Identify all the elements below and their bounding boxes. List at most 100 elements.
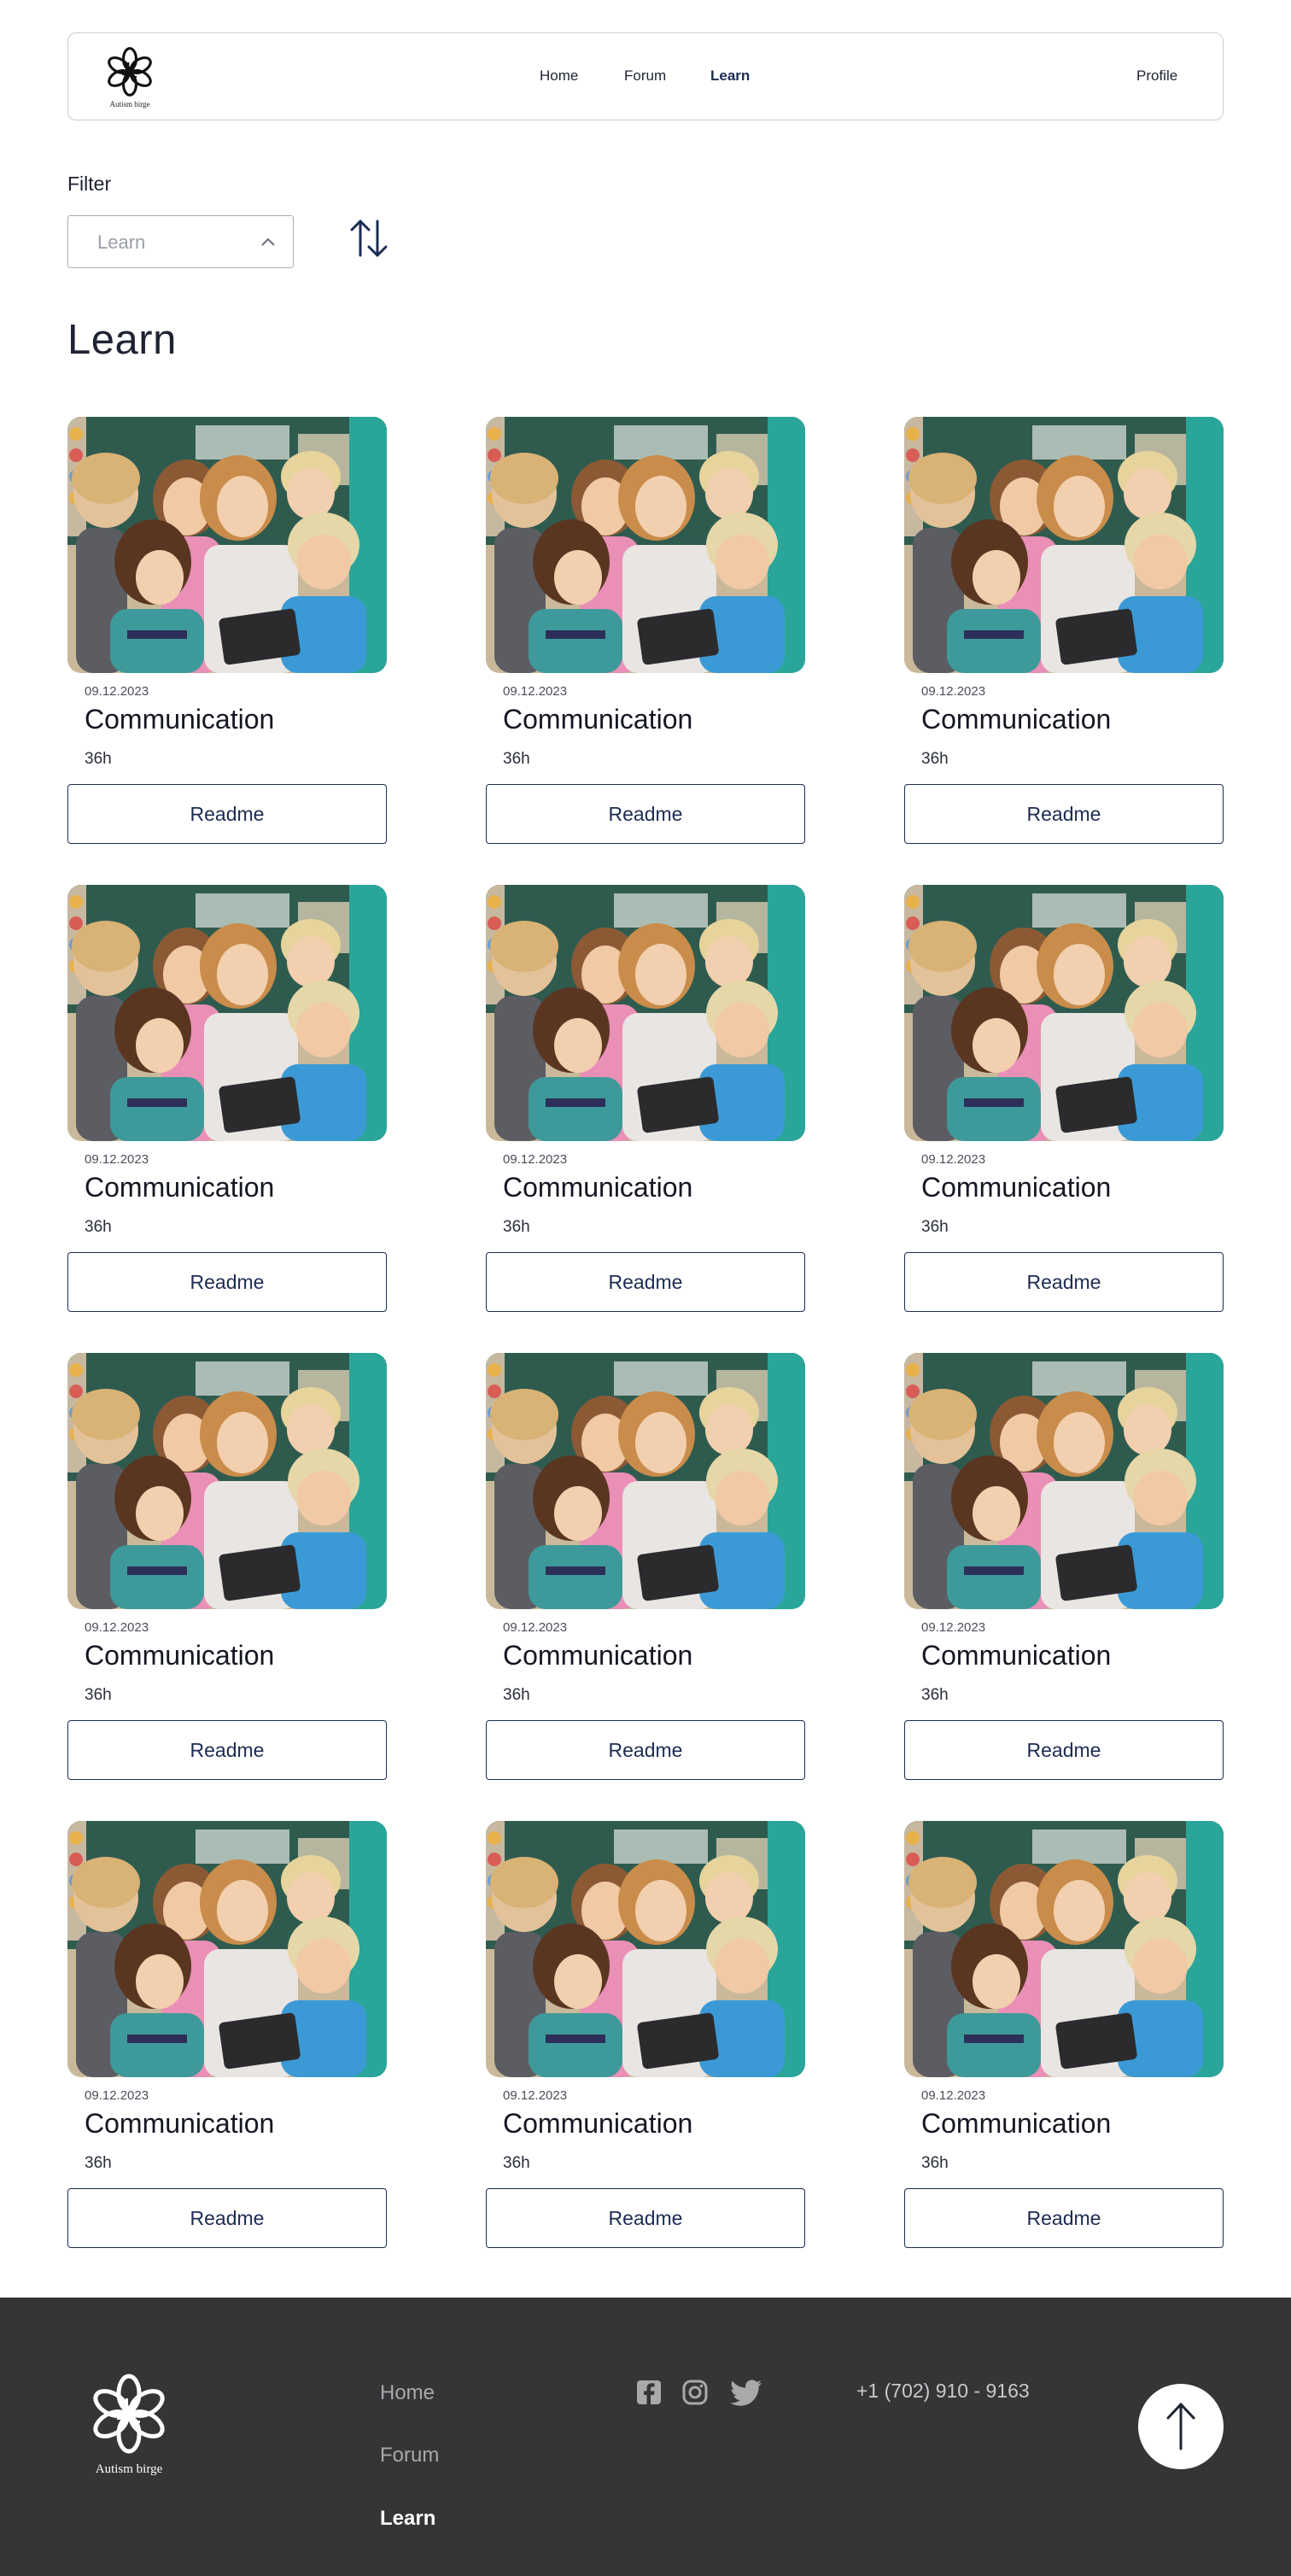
footer-nav-learn[interactable]: Learn	[380, 2507, 435, 2531]
footer-logo[interactable]: Autism birge	[85, 2371, 173, 2477]
course-duration: 36h	[503, 1218, 530, 1236]
chevron-up-icon	[261, 237, 275, 246]
page-title: Learn	[67, 317, 177, 363]
course-date: 09.12.2023	[503, 2088, 568, 2103]
classroom-photo	[67, 1353, 387, 1609]
course-image[interactable]	[904, 417, 1224, 673]
course-duration: 36h	[503, 2154, 530, 2172]
readme-button[interactable]: Readme	[67, 1252, 387, 1312]
top-navbar: Autism birge Home Forum Learn Profile	[67, 32, 1224, 120]
course-card: 09.12.2023 Communication 36h Readme	[486, 1353, 805, 1789]
course-image[interactable]	[486, 1353, 805, 1609]
phone-number: +1 (702) 910 - 9163	[856, 2380, 1030, 2402]
footer: Autism birge Home Forum Learn +1 (702) 9…	[0, 2298, 1291, 2576]
course-title: Communication	[85, 704, 275, 735]
course-duration: 36h	[921, 1218, 949, 1236]
flower-logo-icon	[86, 2371, 172, 2456]
sort-icon[interactable]	[349, 217, 388, 260]
classroom-photo	[486, 885, 805, 1141]
readme-button[interactable]: Readme	[904, 1252, 1224, 1312]
classroom-photo	[67, 885, 387, 1141]
footer-nav-home[interactable]: Home	[380, 2381, 435, 2405]
course-card: 09.12.2023 Communication 36h Readme	[486, 1821, 805, 2257]
instagram-icon[interactable]	[682, 2380, 708, 2405]
nav-learn[interactable]: Learn	[710, 67, 750, 85]
classroom-photo	[486, 1353, 805, 1609]
classroom-photo	[904, 417, 1224, 673]
course-duration: 36h	[85, 1218, 112, 1236]
classroom-photo	[67, 417, 387, 673]
course-image[interactable]	[67, 417, 387, 673]
filter-selected-value: Learn	[97, 231, 146, 253]
classroom-photo	[904, 1821, 1224, 2077]
readme-button[interactable]: Readme	[486, 1252, 805, 1312]
course-date: 09.12.2023	[85, 684, 149, 699]
course-duration: 36h	[85, 2154, 112, 2172]
course-card: 09.12.2023 Communication 36h Readme	[67, 885, 387, 1320]
course-card: 09.12.2023 Communication 36h Readme	[904, 417, 1224, 852]
facebook-icon[interactable]	[636, 2380, 662, 2405]
course-date: 09.12.2023	[85, 1152, 149, 1167]
course-title: Communication	[503, 1640, 693, 1671]
readme-button[interactable]: Readme	[486, 1720, 805, 1780]
course-date: 09.12.2023	[85, 1620, 149, 1635]
classroom-photo	[67, 1821, 387, 2077]
course-image[interactable]	[486, 417, 805, 673]
course-card: 09.12.2023 Communication 36h Readme	[904, 1353, 1224, 1789]
footer-nav-forum[interactable]: Forum	[380, 2444, 439, 2468]
nav-forum[interactable]: Forum	[624, 67, 666, 85]
readme-button[interactable]: Readme	[67, 1720, 387, 1780]
course-duration: 36h	[921, 750, 949, 768]
filter-select[interactable]: Learn	[67, 215, 294, 268]
course-image[interactable]	[904, 885, 1224, 1141]
course-duration: 36h	[85, 1686, 112, 1704]
filter-label: Filter	[67, 173, 112, 195]
classroom-photo	[904, 885, 1224, 1141]
course-image[interactable]	[904, 1821, 1224, 2077]
course-title: Communication	[85, 1640, 275, 1671]
readme-button[interactable]: Readme	[486, 784, 805, 844]
readme-button[interactable]: Readme	[67, 784, 387, 844]
course-card: 09.12.2023 Communication 36h Readme	[904, 885, 1224, 1320]
footer-logo-text: Autism birge	[95, 2462, 163, 2476]
readme-button[interactable]: Readme	[67, 2188, 387, 2248]
course-image[interactable]	[904, 1353, 1224, 1609]
course-title: Communication	[503, 704, 693, 735]
course-title: Communication	[921, 704, 1112, 735]
course-card: 09.12.2023 Communication 36h Readme	[486, 885, 805, 1320]
course-title: Communication	[921, 1640, 1112, 1671]
course-date: 09.12.2023	[85, 2088, 149, 2103]
course-date: 09.12.2023	[921, 684, 986, 699]
twitter-icon[interactable]	[730, 2380, 762, 2407]
course-image[interactable]	[67, 1353, 387, 1609]
readme-button[interactable]: Readme	[904, 1720, 1224, 1780]
course-image[interactable]	[67, 1821, 387, 2077]
readme-button[interactable]: Readme	[904, 2188, 1224, 2248]
course-duration: 36h	[503, 750, 530, 768]
course-card: 09.12.2023 Communication 36h Readme	[67, 1353, 387, 1789]
course-title: Communication	[85, 1172, 275, 1203]
course-image[interactable]	[486, 1821, 805, 2077]
course-image[interactable]	[486, 885, 805, 1141]
scroll-to-top-button[interactable]	[1138, 2384, 1224, 2469]
readme-button[interactable]: Readme	[486, 2188, 805, 2248]
course-card: 09.12.2023 Communication 36h Readme	[67, 417, 387, 852]
classroom-photo	[486, 1821, 805, 2077]
course-date: 09.12.2023	[503, 684, 568, 699]
course-duration: 36h	[921, 2154, 949, 2172]
course-date: 09.12.2023	[921, 1152, 986, 1167]
course-duration: 36h	[921, 1686, 949, 1704]
course-duration: 36h	[503, 1686, 530, 1704]
nav-home[interactable]: Home	[540, 67, 578, 85]
course-title: Communication	[921, 2108, 1112, 2139]
course-card: 09.12.2023 Communication 36h Readme	[904, 1821, 1224, 2257]
nav-profile[interactable]: Profile	[1136, 67, 1177, 85]
course-duration: 36h	[85, 750, 112, 768]
course-image[interactable]	[67, 885, 387, 1141]
course-title: Communication	[85, 2108, 275, 2139]
course-card: 09.12.2023 Communication 36h Readme	[486, 417, 805, 852]
classroom-photo	[486, 417, 805, 673]
readme-button[interactable]: Readme	[904, 784, 1224, 844]
classroom-photo	[904, 1353, 1224, 1609]
course-title: Communication	[921, 1172, 1112, 1203]
